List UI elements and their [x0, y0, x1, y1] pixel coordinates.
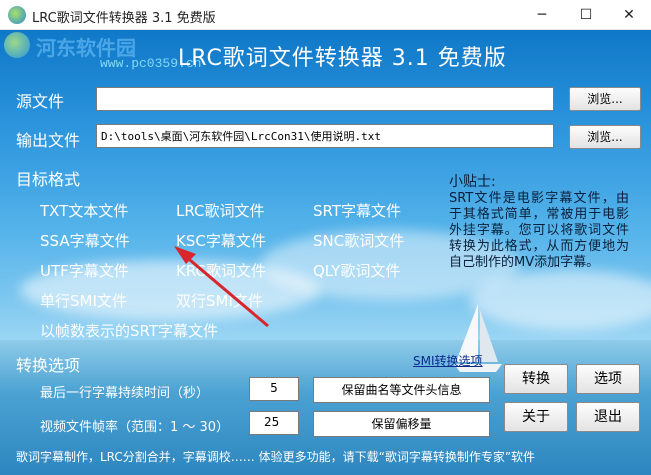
tip-body: SRT文件是电影字幕文件，由于其格式简单，常被用于电影外挂字幕。您可以将歌词文件… [449, 191, 629, 270]
format-qly[interactable]: QLY歌词文件 [313, 260, 400, 281]
options-button[interactable]: 选项 [576, 364, 640, 394]
browse-source-button[interactable]: 浏览... [569, 87, 641, 111]
format-ksc[interactable]: KSC字幕文件 [176, 230, 266, 251]
format-utf[interactable]: UTF字幕文件 [40, 260, 129, 281]
format-double-smi[interactable]: 双行SMI文件 [176, 290, 263, 311]
convert-options-label: 转换选项 [16, 356, 81, 375]
smi-options-link[interactable]: SMI转换选项 [413, 352, 483, 369]
format-krc[interactable]: KRC歌词文件 [176, 260, 266, 281]
last-line-duration-input[interactable]: 5 [249, 377, 299, 401]
last-line-duration-label: 最后一行字幕持续时间（秒） [40, 386, 210, 401]
source-file-label: 源文件 [16, 92, 65, 111]
page-title: LRC歌词文件转换器 3.1 免费版 [178, 46, 507, 71]
watermark-logo-icon [4, 32, 30, 58]
exit-button[interactable]: 退出 [576, 402, 640, 432]
output-file-label: 输出文件 [16, 131, 81, 150]
maximize-button[interactable]: ☐ [564, 0, 608, 30]
source-file-input[interactable] [96, 87, 554, 111]
window-title: LRC歌词文件转换器 3.1 免费版 [32, 11, 216, 26]
convert-button[interactable]: 转换 [504, 364, 568, 394]
footer-promo: 歌词字幕制作，LRC分割合并，字幕调校…… 体验更多功能，请下载“歌词字幕转换制… [16, 450, 536, 464]
minimize-button[interactable]: ─ [520, 0, 564, 30]
format-lrc[interactable]: LRC歌词文件 [176, 200, 265, 221]
format-frame-srt[interactable]: 以帧数表示的SRT字幕文件 [40, 320, 218, 341]
format-txt[interactable]: TXT文本文件 [40, 200, 128, 221]
target-format-label: 目标格式 [16, 170, 81, 189]
about-button[interactable]: 关于 [504, 402, 568, 432]
main-panel: 河东软件园 www.pc0359.cn LRC歌词文件转换器 3.1 免费版 源… [0, 30, 651, 475]
format-ssa[interactable]: SSA字幕文件 [40, 230, 130, 251]
output-file-input[interactable]: D:\tools\桌面\河东软件园\LrcCon31\使用说明.txt [96, 124, 554, 148]
browse-output-button[interactable]: 浏览... [569, 125, 641, 149]
format-single-smi[interactable]: 单行SMI文件 [40, 290, 127, 311]
tip-title: 小贴士: [449, 174, 496, 190]
keep-header-button[interactable]: 保留曲名等文件头信息 [313, 377, 490, 403]
frame-rate-input[interactable]: 25 [249, 411, 299, 435]
format-srt[interactable]: SRT字幕文件 [313, 200, 401, 221]
keep-offset-button[interactable]: 保留偏移量 [313, 411, 490, 437]
format-snc[interactable]: SNC歌词文件 [313, 230, 404, 251]
title-bar: LRC歌词文件转换器 3.1 免费版 ─ ☐ ✕ [0, 0, 651, 30]
close-button[interactable]: ✕ [607, 0, 651, 30]
app-icon [8, 6, 26, 24]
frame-rate-label: 视频文件帧率（范围：1 ～ 30） [40, 420, 230, 435]
